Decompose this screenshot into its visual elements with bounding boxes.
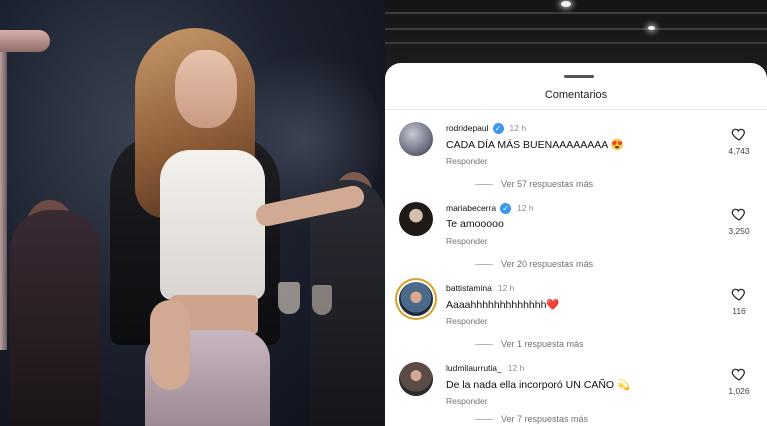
username[interactable]: ludmilaurrutia_	[446, 363, 502, 373]
comment-item: rodridepaul ✓ 12 h CADA DÍA MÁS BUENAAAA…	[385, 122, 767, 202]
like-count: 116	[732, 306, 746, 316]
ceiling-beam	[385, 12, 767, 14]
ceiling-lamp	[648, 26, 655, 30]
verified-badge-icon: ✓	[492, 122, 504, 134]
timestamp: 12 h	[507, 363, 525, 373]
like-control[interactable]: 4,743	[719, 126, 759, 156]
view-more-replies[interactable]: Ver 1 respuesta más	[475, 339, 584, 349]
view-more-replies[interactable]: Ver 57 respuestas más	[475, 179, 593, 189]
heart-outline-icon[interactable]	[731, 206, 747, 222]
view-more-replies[interactable]: Ver 20 respuestas más	[475, 259, 593, 269]
comment-text: De la nada ella incorporó UN CAÑO 💫	[446, 379, 631, 391]
heart-outline-icon[interactable]	[731, 126, 747, 142]
reply-button[interactable]: Responder	[446, 156, 488, 166]
view-more-replies[interactable]: Ver 7 respuestas más	[475, 414, 588, 424]
performer-hand	[150, 300, 190, 390]
timestamp: 12 h	[509, 123, 527, 133]
performer-top	[160, 150, 265, 300]
comment-item: mariabecerra ✓ 12 h Te amooooo Responder…	[385, 202, 767, 282]
avatar[interactable]	[399, 362, 433, 396]
glass	[312, 285, 332, 315]
reply-button[interactable]: Responder	[446, 396, 488, 406]
comment-item: ludmilaurrutia_ 12 h De la nada ella inc…	[385, 362, 767, 426]
avatar[interactable]	[399, 282, 433, 316]
glass	[278, 282, 300, 314]
like-count: 4,743	[728, 146, 750, 156]
like-control[interactable]: 116	[719, 286, 759, 316]
comment-text: Te amooooo	[446, 218, 504, 230]
avatar[interactable]	[399, 202, 433, 236]
username[interactable]: mariabecerra	[446, 203, 496, 213]
ceiling-lamp	[561, 1, 571, 7]
reply-button[interactable]: Responder	[446, 316, 488, 326]
like-count: 3,250	[728, 226, 750, 236]
dancer-left	[10, 210, 100, 426]
username[interactable]: battistamina	[446, 283, 492, 293]
comment-header: battistamina 12 h	[446, 282, 514, 294]
comment-header: mariabecerra ✓ 12 h	[446, 202, 534, 214]
comments-sheet: Comentarios rodridepaul ✓ 12 h CADA DÍA …	[385, 63, 767, 426]
timestamp: 12 h	[497, 283, 515, 293]
comment-header: rodridepaul ✓ 12 h	[446, 122, 526, 134]
like-control[interactable]: 1,026	[719, 366, 759, 396]
comment-header: ludmilaurrutia_ 12 h	[446, 362, 524, 374]
heart-outline-icon[interactable]	[731, 286, 747, 302]
comment-text: CADA DÍA MÁS BUENAAAAAAAA 😍	[446, 139, 624, 151]
avatar[interactable]	[399, 122, 433, 156]
sheet-grabber[interactable]	[564, 75, 594, 78]
heart-outline-icon[interactable]	[731, 366, 747, 382]
like-control[interactable]: 3,250	[719, 206, 759, 236]
reply-button[interactable]: Responder	[446, 236, 488, 246]
divider	[385, 109, 767, 110]
ceiling-beam	[385, 42, 767, 44]
mic-stand	[0, 50, 7, 350]
sheet-title: Comentarios	[544, 89, 608, 101]
timestamp: 12 h	[517, 203, 534, 213]
like-count: 1,026	[728, 386, 750, 396]
microphone	[0, 30, 50, 52]
ceiling-beam	[385, 28, 767, 30]
performer-face	[175, 50, 237, 128]
username[interactable]: rodridepaul	[446, 123, 489, 133]
concert-photo	[0, 0, 385, 426]
comment-text: Aaaahhhhhhhhhhhhh❤️	[446, 299, 560, 311]
comment-item: battistamina 12 h Aaaahhhhhhhhhhhhh❤️ Re…	[385, 282, 767, 362]
verified-badge-icon: ✓	[500, 202, 512, 214]
